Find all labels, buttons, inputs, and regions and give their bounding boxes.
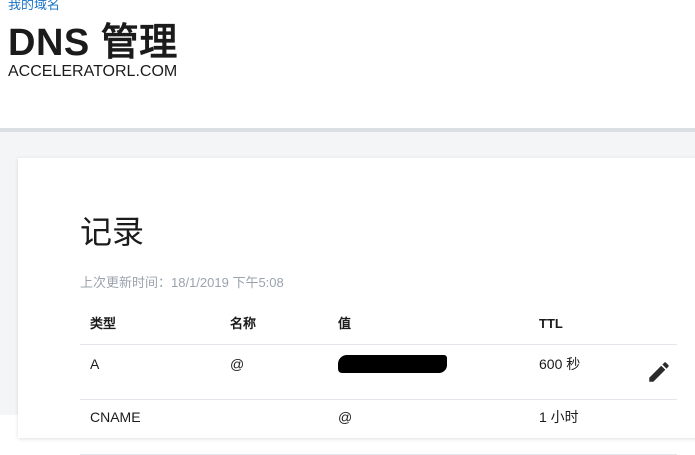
last-updated-text: 上次更新时间：18/1/2019 下午5:08 (80, 275, 284, 290)
record-type: CNAME (90, 409, 141, 425)
records-section-title: 记录 (80, 214, 145, 250)
table-row: CNAME @ 1 小时 (80, 400, 677, 455)
page-header: 我的域名 DNS 管理 ACCELERATORL.COM (0, 0, 695, 128)
breadcrumb-my-domains[interactable]: 我的域名 (8, 0, 60, 13)
record-name: @ (230, 356, 245, 372)
page-title: DNS 管理 (8, 22, 178, 64)
records-table-header: 类型 名称 值 TTL (80, 312, 677, 345)
record-ttl: 600 秒 (539, 356, 581, 372)
table-row: A @ 600 秒 (80, 345, 677, 400)
redacted-record-value (338, 355, 447, 373)
pencil-icon[interactable] (646, 359, 672, 385)
record-type: A (90, 356, 100, 372)
record-value: @ (338, 409, 353, 425)
column-header-value: 值 (338, 316, 352, 331)
record-ttl: 1 小时 (539, 409, 579, 425)
column-header-name: 名称 (230, 316, 257, 331)
column-header-ttl: TTL (539, 316, 563, 331)
column-header-type: 类型 (90, 316, 117, 331)
domain-name: ACCELERATORL.COM (8, 63, 178, 80)
